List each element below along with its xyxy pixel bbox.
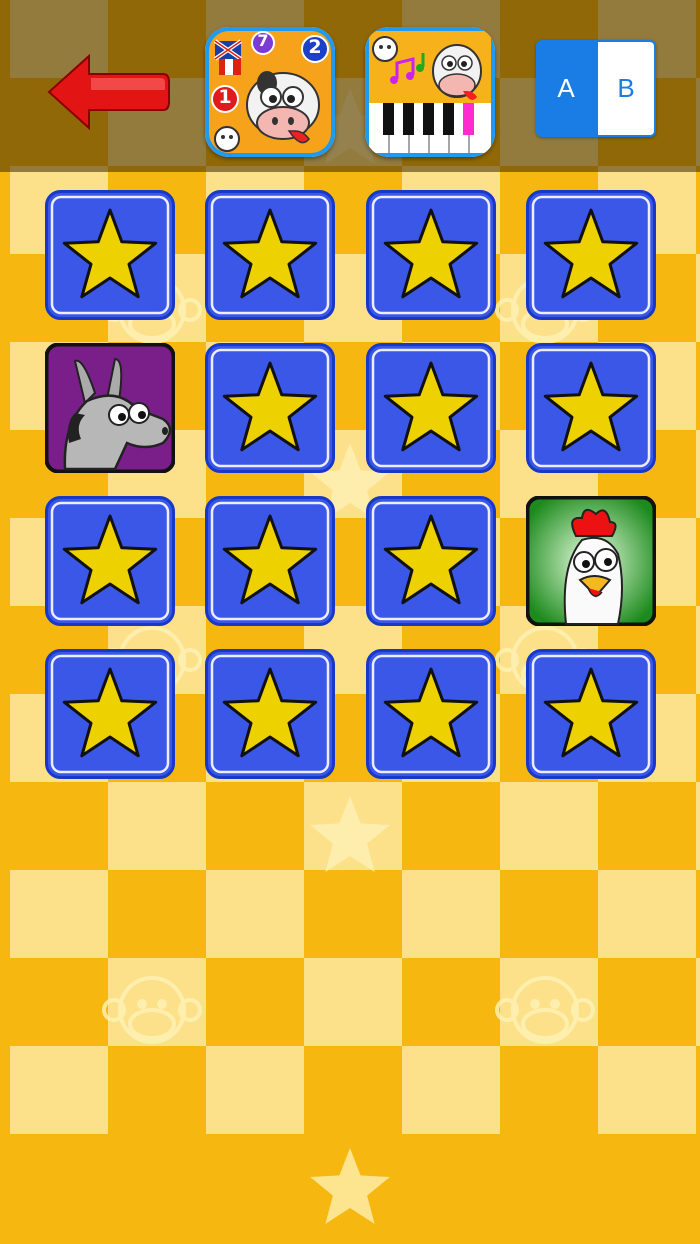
revealed-card-rooster[interactable] (525, 495, 657, 627)
star-icon (526, 343, 656, 473)
face-down-card[interactable] (205, 496, 335, 626)
face-down-card[interactable] (366, 496, 496, 626)
toggle-option-b[interactable]: B (596, 40, 656, 137)
face-down-card[interactable] (45, 190, 175, 320)
face-down-card[interactable] (45, 649, 175, 779)
badge-2: 2 (308, 36, 322, 58)
star-icon (205, 343, 335, 473)
face-down-card[interactable] (366, 343, 496, 473)
background-star-icon (310, 1148, 390, 1224)
toggle-option-a[interactable]: A (536, 40, 596, 137)
star-icon (45, 190, 175, 320)
red-left-arrow-icon (47, 53, 170, 131)
back-button[interactable] (45, 52, 170, 132)
piano-icon (365, 27, 495, 157)
badge-1: 1 (218, 86, 232, 108)
star-icon (205, 496, 335, 626)
star-icon (205, 649, 335, 779)
star-icon (366, 496, 496, 626)
star-icon (205, 190, 335, 320)
star-icon (366, 343, 496, 473)
star-icon (45, 496, 175, 626)
star-icon (45, 649, 175, 779)
donkey-icon (44, 342, 176, 474)
game-screen: 7 2 1 A B (0, 0, 700, 1244)
star-icon (526, 649, 656, 779)
counting-cow-app-icon[interactable]: 7 2 1 (205, 27, 335, 157)
star-icon (366, 649, 496, 779)
revealed-card-donkey[interactable] (44, 342, 176, 474)
face-down-card[interactable] (205, 343, 335, 473)
face-down-card[interactable] (205, 649, 335, 779)
face-down-card[interactable] (526, 343, 656, 473)
star-icon (526, 190, 656, 320)
rooster-icon (525, 495, 657, 627)
badge-7: 7 (257, 31, 269, 50)
piano-cow-app-icon[interactable] (365, 27, 495, 157)
face-down-card[interactable] (526, 649, 656, 779)
face-down-card[interactable] (45, 496, 175, 626)
face-down-card[interactable] (526, 190, 656, 320)
ab-toggle[interactable]: A B (536, 40, 656, 137)
face-down-card[interactable] (366, 649, 496, 779)
face-down-card[interactable] (366, 190, 496, 320)
top-toolbar: 7 2 1 A B (0, 0, 700, 172)
star-icon (366, 190, 496, 320)
face-down-card[interactable] (205, 190, 335, 320)
